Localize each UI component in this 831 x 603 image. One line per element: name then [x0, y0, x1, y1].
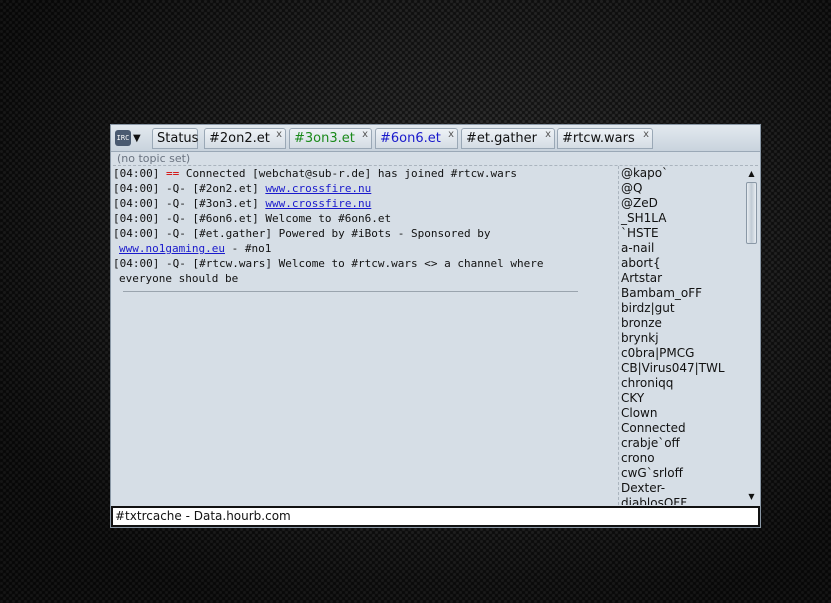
chat-log: [04:00] == Connected [webchat@sub-r.de] …	[113, 166, 618, 505]
tab-bar: IRC ▼ Status #2on2.et x #3on3.et x #6on6.et x #…	[111, 125, 760, 152]
tab-2on2-et[interactable]: #2on2.et x	[204, 128, 286, 149]
nick-list-item[interactable]: @Q	[619, 181, 744, 196]
close-icon[interactable]: x	[362, 125, 368, 144]
log-continuation-text: everyone should be	[119, 272, 239, 285]
nick-list-item[interactable]: diablosOFF	[619, 496, 744, 505]
log-continuation-text: - #no1	[224, 242, 272, 255]
nick-list-scrollbar[interactable]: ▲ ▼	[744, 166, 759, 505]
irc-logo-icon: IRC	[115, 130, 131, 146]
chevron-down-icon: ▼	[133, 132, 141, 144]
nick-list-item[interactable]: brynkj	[619, 331, 744, 346]
scrollbar-thumb[interactable]	[746, 182, 757, 244]
nick-list-item[interactable]: Connected	[619, 421, 744, 436]
nick-list-item[interactable]: birdz|gut	[619, 301, 744, 316]
close-icon[interactable]: x	[545, 125, 551, 144]
tab-status[interactable]: Status	[152, 128, 198, 149]
log-text: [#6on6.et] Welcome to #6on6.et	[185, 212, 392, 225]
nick-list-item[interactable]: crabje`off	[619, 436, 744, 451]
log-line: [04:00] == Connected [webchat@sub-r.de] …	[113, 166, 618, 181]
tab-3on3-et[interactable]: #3on3.et x	[289, 128, 372, 149]
nick-list-item[interactable]: _SH1LA	[619, 211, 744, 226]
menu-button[interactable]: IRC ▼	[115, 129, 147, 147]
nick-list-item[interactable]: cwG`srloff	[619, 466, 744, 481]
log-prefix: -Q-	[165, 257, 186, 270]
log-text: Connected [webchat@sub-r.de] has joined …	[179, 167, 517, 180]
nick-list-item[interactable]: CB|Virus047|TWL	[619, 361, 744, 376]
tab-et-gather[interactable]: #et.gather x	[461, 128, 555, 149]
log-line: [04:00] -Q- [#2on2.et] www.crossfire.nu	[113, 181, 618, 196]
log-timestamp: [04:00]	[113, 197, 166, 210]
irc-client-window: IRC ▼ Status #2on2.et x #3on3.et x #6on6.et x #…	[110, 124, 761, 528]
log-prefix: -Q-	[165, 197, 186, 210]
log-continuation: everyone should be	[113, 271, 618, 286]
close-icon[interactable]: x	[276, 125, 282, 144]
close-icon[interactable]: x	[448, 125, 454, 144]
log-timestamp: [04:00]	[113, 212, 166, 225]
message-input[interactable]: #txtrcache - Data.hourb.com	[111, 506, 760, 527]
log-prefix: ==	[165, 167, 180, 180]
log-text: [#rtcw.wars] Welcome to #rtcw.wars <> a …	[185, 257, 544, 270]
tab-label: #2on2.et	[209, 131, 270, 146]
log-prefix: -Q-	[165, 227, 186, 240]
log-end-divider	[123, 291, 578, 292]
log-timestamp: [04:00]	[113, 227, 166, 240]
log-timestamp: [04:00]	[113, 257, 166, 270]
log-timestamp: [04:00]	[113, 182, 166, 195]
log-line: [04:00] -Q- [#rtcw.wars] Welcome to #rtc…	[113, 256, 618, 286]
scroll-down-icon[interactable]: ▼	[744, 491, 759, 503]
nick-list-item[interactable]: @ZeD	[619, 196, 744, 211]
tab-label: #et.gather	[466, 131, 538, 146]
log-line: [04:00] -Q- [#et.gather] Powered by #iBo…	[113, 226, 618, 256]
log-line: [04:00] -Q- [#3on3.et] www.crossfire.nu	[113, 196, 618, 211]
nick-list-item[interactable]: Clown	[619, 406, 744, 421]
nick-list-item[interactable]: crono	[619, 451, 744, 466]
log-link[interactable]: www.crossfire.nu	[265, 197, 371, 210]
log-text: [#et.gather] Powered by #iBots - Sponsor…	[185, 227, 491, 240]
tab-label: #6on6.et	[380, 131, 441, 146]
tab-label: #rtcw.wars	[562, 131, 635, 146]
log-text: [#3on3.et]	[185, 197, 266, 210]
log-line: [04:00] -Q- [#6on6.et] Welcome to #6on6.…	[113, 211, 618, 226]
log-continuation: www.no1gaming.eu - #no1	[113, 241, 618, 256]
scroll-up-icon[interactable]: ▲	[744, 168, 759, 180]
log-timestamp: [04:00]	[113, 167, 166, 180]
tab-label: Status	[157, 131, 199, 146]
tab-rtcw-wars[interactable]: #rtcw.wars x	[557, 128, 653, 149]
log-text: [#2on2.et]	[185, 182, 266, 195]
nick-list-item[interactable]: abort{	[619, 256, 744, 271]
log-prefix: -Q-	[165, 212, 186, 225]
log-prefix: -Q-	[165, 182, 186, 195]
nick-list-item[interactable]: chroniqq	[619, 376, 744, 391]
nick-list-item[interactable]: c0bra|PMCG	[619, 346, 744, 361]
nick-list-item[interactable]: Bambam_oFF	[619, 286, 744, 301]
nick-list-item[interactable]: @kapo`	[619, 166, 744, 181]
nick-list-item[interactable]: a-nail	[619, 241, 744, 256]
nick-list-item[interactable]: `HSTE	[619, 226, 744, 241]
nick-list-item[interactable]: Dexter-	[619, 481, 744, 496]
nick-list: @kapo` @Q @ZeD _SH1LA `HSTE a-nail abort{Artst…	[618, 166, 744, 505]
log-link[interactable]: www.no1gaming.eu	[119, 242, 225, 255]
tab-6on6-et[interactable]: #6on6.et x	[375, 128, 458, 149]
channel-topic: (no topic set)	[117, 152, 191, 165]
log-link[interactable]: www.crossfire.nu	[265, 182, 371, 195]
nick-list-item[interactable]: Artstar	[619, 271, 744, 286]
tab-label: #3on3.et	[294, 131, 355, 146]
close-icon[interactable]: x	[643, 125, 649, 144]
nick-list-item[interactable]: CKY	[619, 391, 744, 406]
nick-list-item[interactable]: bronze	[619, 316, 744, 331]
